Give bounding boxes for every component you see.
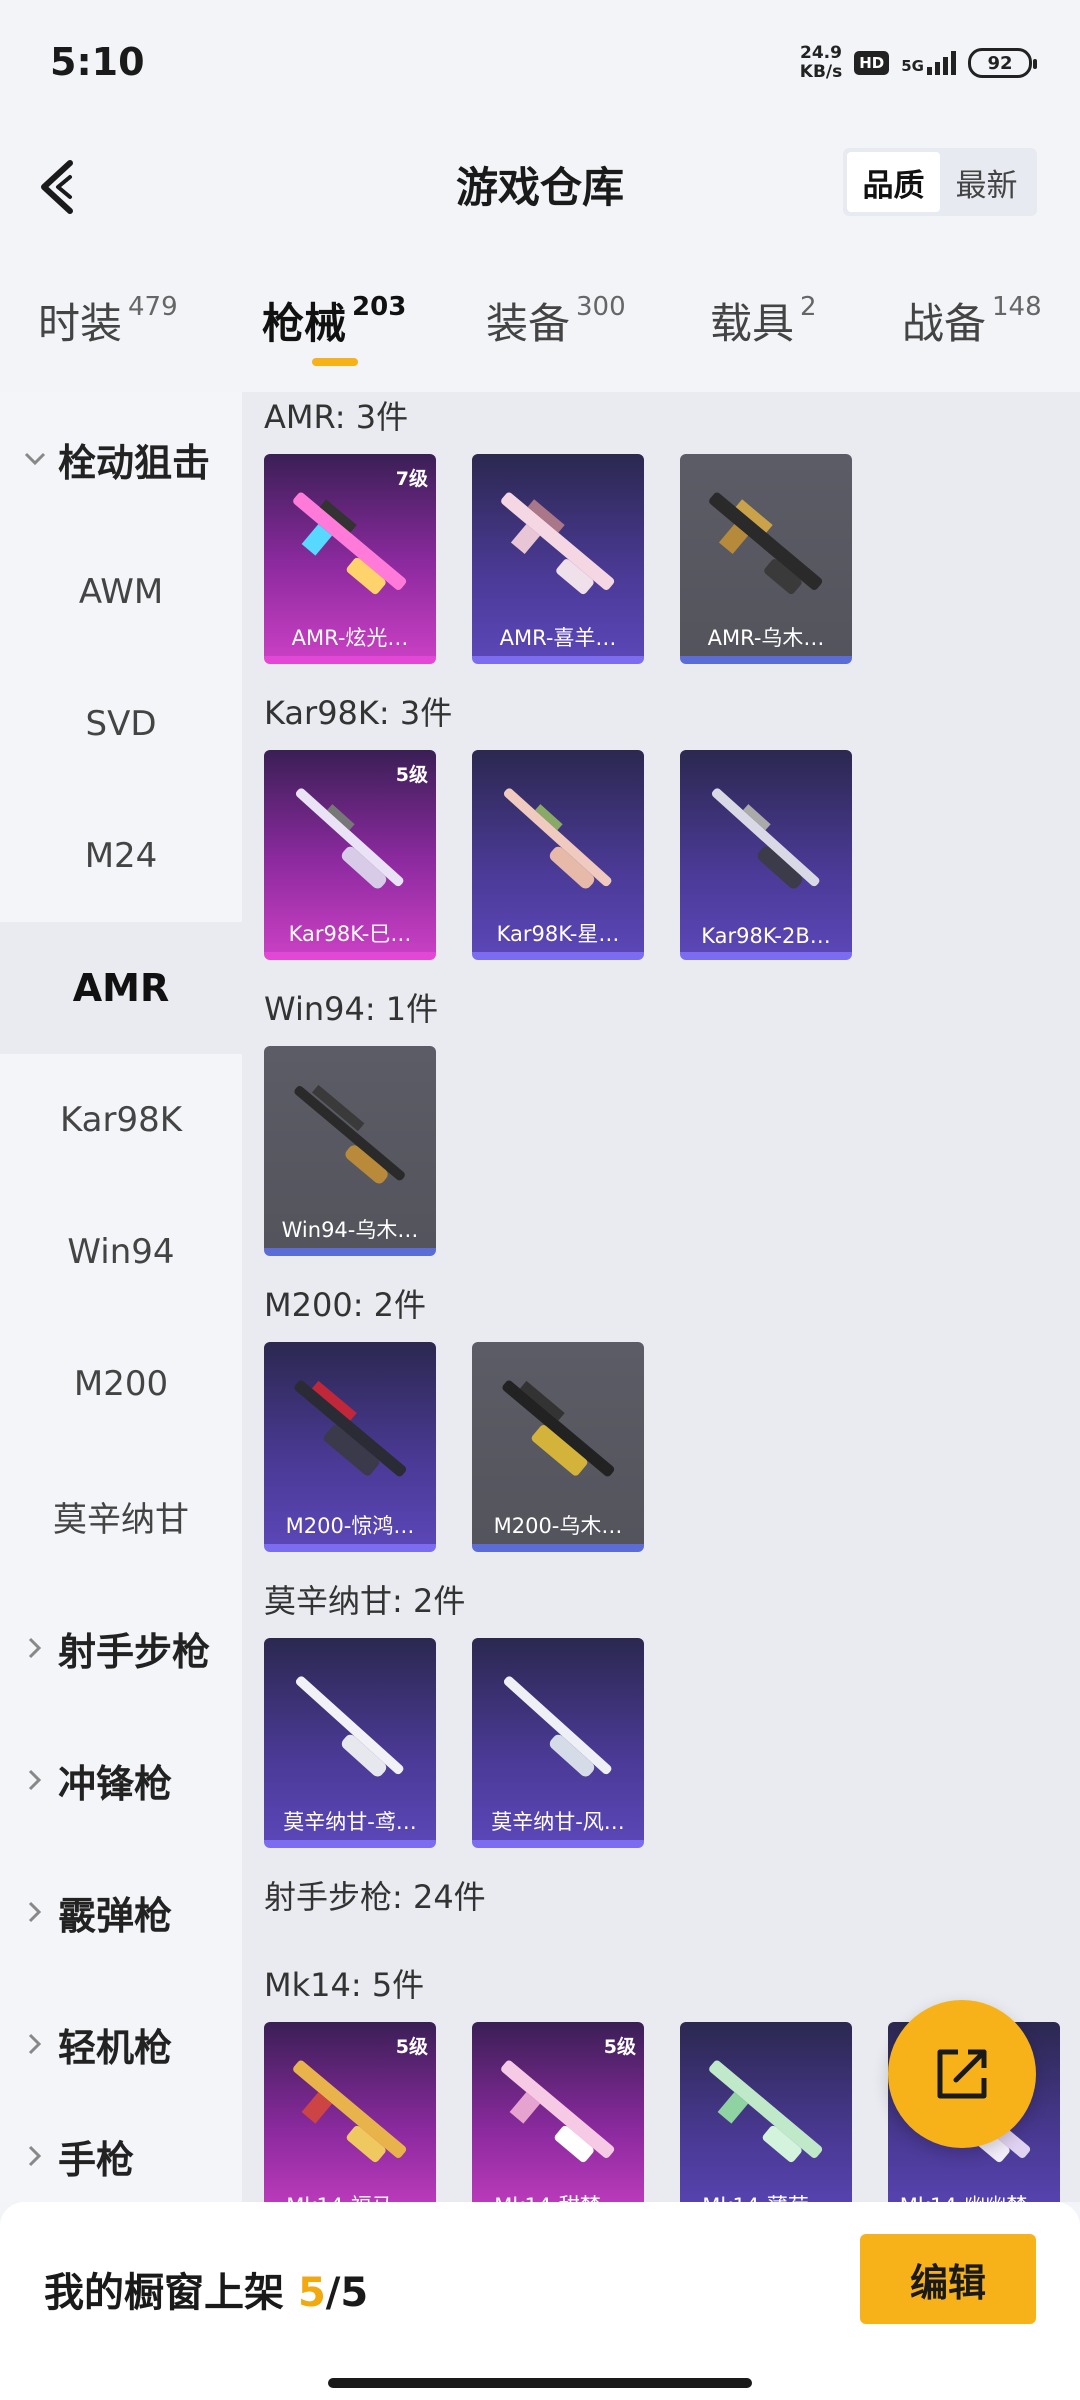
weapon-name: Mk14-甜梦… [472,2190,644,2202]
showcase-bar: 我的橱窗上架 5/5 编辑 [0,2202,1080,2400]
back-arrow-icon [41,160,73,214]
share-out-icon [937,2049,987,2099]
section-title: 莫辛纳甘: 2件 [264,1582,466,1620]
sidebar-item-mosin[interactable]: 莫辛纳甘 [0,1450,242,1582]
status-bar: 5:10 24.9 KB/s HD 5G 92 [0,0,1080,130]
sidebar-group-bolt-action[interactable]: 栓动狙击 [0,392,242,526]
chevron-right-icon [20,2033,50,2055]
weapon-name: M200-惊鸿… [285,1514,415,1538]
weapon-card[interactable]: 7级 AMR-炫光… [264,454,436,664]
tab-fashion[interactable]: 时装 479 [38,290,178,360]
weapon-card[interactable]: M200-乌木… [472,1342,644,1552]
status-time: 5:10 [50,40,145,84]
weapon-grid: AMR: 3件 7级 AMR-炫光… AMR-喜羊… AMR-乌木… Kar98… [242,392,1080,2202]
weapon-card[interactable]: Win94-乌木… [264,1046,436,1256]
weapon-card[interactable]: 5级 Mk14-福马… [264,2022,436,2202]
sidebar-item-amr[interactable]: AMR [0,922,242,1054]
rifle-icon [502,1380,615,1477]
share-button[interactable] [888,2000,1036,2148]
weapon-name: 莫辛纳甘-鸢… [283,1810,417,1834]
rifle-icon [709,492,823,595]
weapon-card[interactable]: Kar98K-星… [472,750,644,960]
rifle-icon [503,788,612,889]
weapon-name: M200-乌木… [493,1514,623,1538]
weapon-name: Win94-乌木… [281,1218,419,1242]
weapon-name: AMR-喜羊… [499,626,617,650]
sort-by-quality[interactable]: 品质 [847,152,940,212]
tab-vehicles[interactable]: 载具 2 [710,290,817,360]
sidebar-item-kar98k[interactable]: Kar98K [0,1054,242,1186]
chevron-right-icon [20,2145,50,2167]
chevron-right-icon [20,1769,50,1791]
sort-toggle: 品质 最新 [843,148,1037,216]
showcase-count: 我的橱窗上架 5/5 [44,2270,369,2316]
weapon-card[interactable]: 5级 Kar98K-巳… [264,750,436,960]
sidebar-group-smg[interactable]: 冲锋枪 [0,1714,242,1846]
section-title: AMR: 3件 [264,398,409,436]
weapon-name: Mk14-薄荷… [680,2190,852,2202]
section-title: M200: 2件 [264,1286,427,1324]
category-header: 射手步枪: 24件 [264,1878,486,1916]
signal-icon: 5G [901,51,956,75]
weapon-card[interactable]: AMR-乌木… [680,454,852,664]
rifle-icon [711,788,820,889]
weapon-name: Kar98K-2B… [701,924,831,948]
rifle-icon [293,492,407,595]
rifle-icon [501,492,615,595]
hd-badge: HD [854,51,890,75]
weapon-name: Mk14-福马… [264,2190,436,2202]
sidebar-item-awm[interactable]: AWM [0,526,242,658]
chevron-right-icon [20,1637,50,1659]
sort-by-newest[interactable]: 最新 [940,152,1033,212]
sidebar-item-svd[interactable]: SVD [0,658,242,790]
weapon-card[interactable]: Mk14-薄荷… [680,2022,852,2202]
weapon-card[interactable]: 5级 Mk14-甜梦… [472,2022,644,2202]
weapon-card[interactable]: 莫辛纳甘-风… [472,1638,644,1848]
chevron-down-icon [20,452,50,466]
weapon-card[interactable]: AMR-喜羊… [472,454,644,664]
back-button[interactable] [26,152,86,222]
rifle-icon [709,2060,823,2163]
tab-tactical[interactable]: 战备 148 [902,290,1042,360]
rifle-icon [501,2060,615,2163]
rifle-icon [294,1380,407,1477]
sidebar-item-m200[interactable]: M200 [0,1318,242,1450]
sidebar-group-pistol[interactable]: 手枪 [0,2110,242,2202]
tab-equipment[interactable]: 装备 300 [486,290,626,360]
battery-icon: 92 [968,48,1037,78]
home-indicator[interactable] [328,2378,752,2388]
edit-button[interactable]: 编辑 [860,2234,1036,2324]
sidebar-item-win94[interactable]: Win94 [0,1186,242,1318]
header: 游戏仓库 品质 最新 [0,130,1080,240]
rifle-icon [295,1676,404,1777]
rifle-icon [294,1084,405,1184]
section-title: Kar98K: 3件 [264,694,453,732]
sidebar-item-m24[interactable]: M24 [0,790,242,922]
weapon-name: AMR-乌木… [707,626,825,650]
category-tabs: 时装 479 枪械 203 装备 300 载具 2 战备 148 [0,270,1080,380]
section-title: Win94: 1件 [264,990,439,1028]
section-title: Mk14: 5件 [264,1966,425,2004]
weapon-name: AMR-炫光… [291,626,409,650]
status-indicators: 24.9 KB/s HD 5G 92 [799,43,1037,82]
tab-weapons[interactable]: 枪械 203 [262,290,406,360]
rifle-icon [503,1676,612,1777]
sidebar-group-shotgun[interactable]: 霰弹枪 [0,1846,242,1978]
active-tab-indicator [312,358,358,366]
sidebar-group-lmg[interactable]: 轻机枪 [0,1978,242,2110]
rifle-icon [293,2060,407,2163]
sidebar: 栓动狙击 AWM SVD M24 AMR Kar98K Win94 M200 莫… [0,392,242,2202]
rifle-icon [295,788,404,889]
weapon-name: Mk14-幽幽梦… [888,2190,1060,2202]
weapon-card[interactable]: M200-惊鸿… [264,1342,436,1552]
chevron-right-icon [20,1901,50,1923]
weapon-card[interactable]: Kar98K-2B… [680,750,852,960]
weapon-name: 莫辛纳甘-风… [491,1810,625,1834]
network-speed: 24.9 KB/s [799,43,843,82]
weapon-card[interactable]: 莫辛纳甘-鸢… [264,1638,436,1848]
weapon-name: Kar98K-星… [496,922,620,946]
weapon-name: Kar98K-巳… [288,922,412,946]
sidebar-group-dmr[interactable]: 射手步枪 [0,1582,242,1714]
